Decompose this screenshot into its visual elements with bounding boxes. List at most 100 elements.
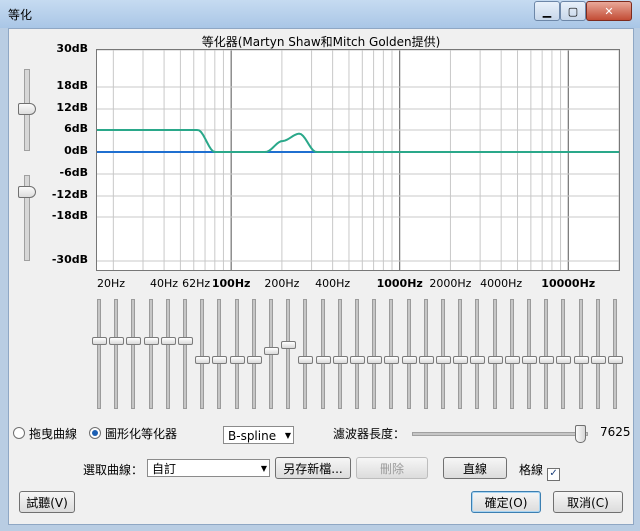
eq-band-thumb[interactable] <box>384 356 400 364</box>
curve-select[interactable]: 自訂 ▼ <box>147 459 270 477</box>
eq-band-slider[interactable] <box>143 299 159 409</box>
draw-curves-option[interactable]: 拖曳曲線 <box>13 425 77 442</box>
eq-band-track[interactable] <box>200 299 205 409</box>
eq-band-track[interactable] <box>320 299 325 409</box>
eq-band-slider[interactable] <box>367 299 383 409</box>
draw-curves-radio[interactable] <box>13 427 25 439</box>
eq-band-track[interactable] <box>114 299 119 409</box>
eq-band-track[interactable] <box>475 299 480 409</box>
eq-band-track[interactable] <box>234 299 239 409</box>
eq-band-slider[interactable] <box>92 299 107 409</box>
cancel-button[interactable]: 取消(C) <box>553 491 623 513</box>
eq-band-thumb[interactable] <box>195 356 211 364</box>
delete-button[interactable]: 刪除 <box>356 457 428 479</box>
eq-band-track[interactable] <box>578 299 583 409</box>
eq-band-slider[interactable] <box>504 299 520 409</box>
eq-band-slider[interactable] <box>384 299 400 409</box>
min-db-slider-thumb[interactable] <box>18 186 36 198</box>
eq-band-slider[interactable] <box>418 299 434 409</box>
graphic-eq-option[interactable]: 圖形化等化器 <box>89 425 177 442</box>
eq-band-slider[interactable] <box>401 299 417 409</box>
eq-band-thumb[interactable] <box>487 356 503 364</box>
eq-band-track[interactable] <box>286 299 291 409</box>
eq-band-thumb[interactable] <box>332 356 348 364</box>
close-button[interactable]: ✕ <box>586 1 632 21</box>
eq-band-slider[interactable] <box>160 299 176 409</box>
eq-band-track[interactable] <box>492 299 497 409</box>
eq-band-track[interactable] <box>337 299 342 409</box>
eq-band-thumb[interactable] <box>281 340 297 349</box>
eq-band-thumb[interactable] <box>470 356 486 364</box>
eq-band-track[interactable] <box>148 299 153 409</box>
eq-band-slider[interactable] <box>350 299 365 409</box>
eq-band-track[interactable] <box>165 299 170 409</box>
eq-band-thumb[interactable] <box>298 356 314 364</box>
eq-band-thumb[interactable] <box>178 337 193 346</box>
eq-band-track[interactable] <box>131 299 136 409</box>
eq-band-thumb[interactable] <box>126 337 142 346</box>
preview-button[interactable]: 試聽(V) <box>19 491 75 513</box>
eq-band-thumb[interactable] <box>212 356 228 364</box>
eq-band-slider[interactable] <box>573 299 589 409</box>
eq-band-slider[interactable] <box>246 299 262 409</box>
eq-band-track[interactable] <box>527 299 531 409</box>
eq-band-thumb[interactable] <box>315 356 331 364</box>
eq-band-thumb[interactable] <box>143 337 159 346</box>
eq-band-thumb[interactable] <box>504 356 520 364</box>
eq-band-track[interactable] <box>423 299 428 409</box>
eq-band-slider[interactable] <box>522 299 537 409</box>
eq-band-slider[interactable] <box>178 299 193 409</box>
eq-band-thumb[interactable] <box>418 356 434 364</box>
eq-band-slider[interactable] <box>298 299 314 409</box>
eq-band-thumb[interactable] <box>573 356 589 364</box>
eq-band-thumb[interactable] <box>350 356 365 364</box>
grid-option[interactable]: 格線 ✓ <box>519 461 561 481</box>
equalizer-graph[interactable] <box>96 49 620 271</box>
interpolation-select[interactable]: B-spline ▼ <box>223 426 294 444</box>
eq-band-thumb[interactable] <box>264 346 279 355</box>
eq-band-track[interactable] <box>183 299 187 409</box>
eq-band-track[interactable] <box>595 299 600 409</box>
eq-band-track[interactable] <box>441 299 445 409</box>
save-as-button[interactable]: 另存新檔... <box>275 457 351 479</box>
eq-band-thumb[interactable] <box>160 337 176 346</box>
eq-band-thumb[interactable] <box>453 356 469 364</box>
eq-band-slider[interactable] <box>332 299 348 409</box>
eq-band-track[interactable] <box>509 299 514 409</box>
graphic-eq-radio[interactable] <box>89 427 101 439</box>
flat-button[interactable]: 直線 <box>443 457 507 479</box>
eq-band-thumb[interactable] <box>109 337 125 346</box>
eq-band-track[interactable] <box>458 299 463 409</box>
eq-band-thumb[interactable] <box>590 356 606 364</box>
eq-band-slider[interactable] <box>590 299 606 409</box>
eq-band-thumb[interactable] <box>556 356 572 364</box>
ok-button[interactable]: 確定(O) <box>471 491 541 513</box>
eq-band-track[interactable] <box>406 299 411 409</box>
max-db-slider-thumb[interactable] <box>18 103 36 115</box>
eq-band-thumb[interactable] <box>608 356 623 364</box>
eq-band-track[interactable] <box>303 299 308 409</box>
eq-band-slider[interactable] <box>264 299 279 409</box>
eq-band-slider[interactable] <box>281 299 297 409</box>
max-db-slider[interactable] <box>18 69 36 151</box>
eq-band-track[interactable] <box>389 299 394 409</box>
eq-band-track[interactable] <box>251 299 256 409</box>
eq-band-slider[interactable] <box>487 299 503 409</box>
eq-band-thumb[interactable] <box>92 337 107 346</box>
eq-band-thumb[interactable] <box>367 356 383 364</box>
eq-band-slider[interactable] <box>315 299 331 409</box>
eq-band-track[interactable] <box>561 299 566 409</box>
eq-band-slider[interactable] <box>470 299 486 409</box>
maximize-button[interactable]: ▢ <box>560 1 586 21</box>
eq-band-slider[interactable] <box>229 299 245 409</box>
filter-length-slider[interactable] <box>412 425 588 443</box>
eq-band-track[interactable] <box>544 299 549 409</box>
eq-band-track[interactable] <box>217 299 222 409</box>
eq-band-thumb[interactable] <box>436 356 451 364</box>
filter-length-slider-thumb[interactable] <box>575 425 587 443</box>
grid-checkbox[interactable]: ✓ <box>547 468 561 481</box>
eq-band-thumb[interactable] <box>401 356 417 364</box>
eq-band-thumb[interactable] <box>229 356 245 364</box>
eq-band-slider[interactable] <box>539 299 555 409</box>
eq-band-track[interactable] <box>97 299 101 409</box>
